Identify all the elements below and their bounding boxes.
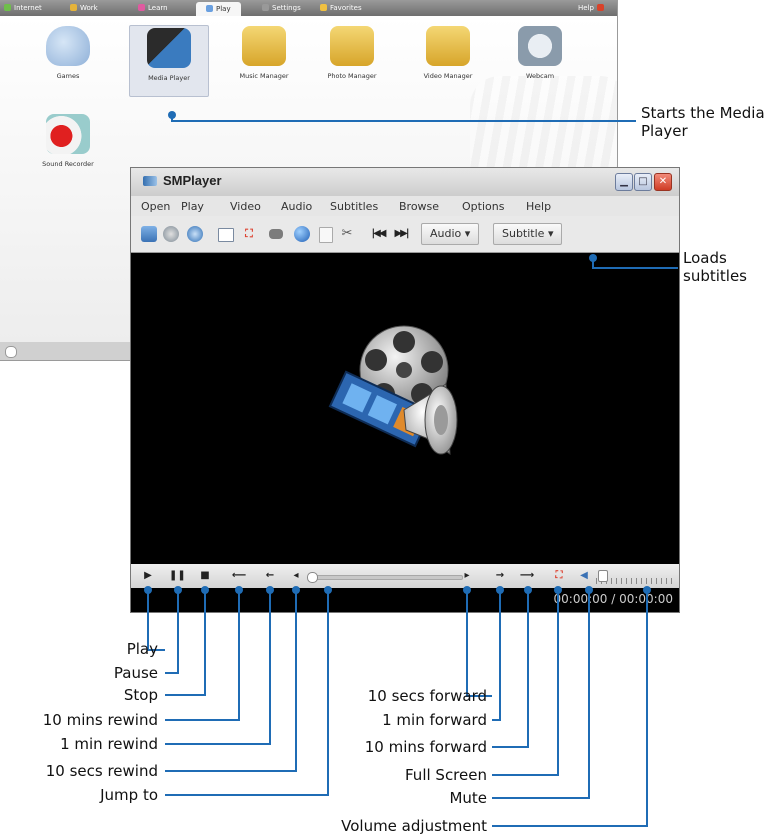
callout-mute: Mute: [449, 789, 487, 807]
callout-forward-10-secs: 10 secs forward: [367, 687, 487, 705]
callout-line-media-player: [171, 115, 636, 122]
callout-line-volume: [492, 590, 648, 827]
callout-line-forward-1-min: [492, 590, 501, 721]
callout-rewind-10-mins: 10 mins rewind: [42, 711, 158, 729]
callout-forward-10-mins: 10 mins forward: [364, 738, 487, 756]
callout-line-subtitles: [592, 258, 678, 269]
callout-rewind-1-min: 1 min rewind: [60, 735, 158, 753]
callout-pause: Pause: [113, 664, 158, 682]
callout-line-forward-10-mins: [492, 590, 529, 748]
callout-line-forward-10-secs: [466, 590, 492, 697]
callout-line-rewind-10-mins: [165, 590, 240, 721]
callout-play: Play: [126, 640, 158, 658]
callout-rewind-10-secs: 10 secs rewind: [45, 762, 158, 780]
callout-line-pause: [165, 590, 179, 674]
callout-line-jump: [165, 590, 329, 796]
callout-line-stop: [165, 590, 206, 696]
callout-stop: Stop: [123, 686, 158, 704]
callout-volume: Volume adjustment: [341, 817, 487, 835]
callout-jump-to: Jump to: [100, 786, 158, 804]
callout-line-mute: [492, 590, 590, 799]
callout-full-screen: Full Screen: [405, 766, 487, 784]
callout-forward-1-min: 1 min forward: [382, 711, 487, 729]
callout-subtitles: Loads subtitles: [683, 249, 747, 285]
callout-media-player: Starts the Media Player: [641, 104, 765, 140]
